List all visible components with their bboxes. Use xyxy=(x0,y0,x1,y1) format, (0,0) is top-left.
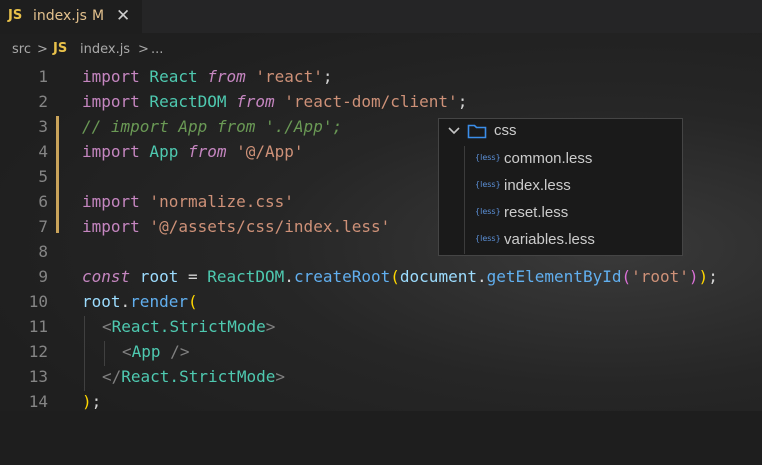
code-line: 2 import ReactDOM from 'react-dom/client… xyxy=(0,89,762,114)
line-number: 4 xyxy=(38,142,48,161)
line-number: 14 xyxy=(28,392,48,411)
less-file-icon: {less} xyxy=(475,180,501,189)
chevron-down-icon xyxy=(447,122,461,143)
folder-icon xyxy=(467,122,487,144)
line-number: 12 xyxy=(28,342,48,361)
code-line: 11 <React.StrictMode> xyxy=(0,314,762,339)
tab-bar: JS index.js M ✕ xyxy=(0,0,762,34)
modified-indicator: M xyxy=(92,8,105,24)
less-file-icon: {less} xyxy=(475,153,501,162)
js-file-icon: JS xyxy=(8,8,23,23)
code-line: 9 const root = ReactDOM.createRoot(docum… xyxy=(0,264,762,289)
code-line: 1 import React from 'react'; xyxy=(0,64,762,89)
chevron-right-icon: > xyxy=(138,42,149,57)
line-number: 2 xyxy=(38,92,48,111)
code-line: 13 </React.StrictMode> xyxy=(0,364,762,389)
line-number: 13 xyxy=(28,367,48,386)
breadcrumb-file[interactable]: index.js xyxy=(80,42,130,57)
file-row[interactable]: {less} index.less xyxy=(439,173,682,200)
chevron-right-icon: > xyxy=(37,42,48,57)
line-number: 9 xyxy=(38,267,48,286)
file-row[interactable]: {less} common.less xyxy=(439,146,682,173)
tab-index-js[interactable]: JS index.js M ✕ xyxy=(0,0,142,34)
line-number: 7 xyxy=(38,217,48,236)
line-number: 5 xyxy=(38,167,48,186)
line-number: 10 xyxy=(28,292,48,311)
less-file-icon: {less} xyxy=(475,207,501,216)
tab-title: index.js xyxy=(33,8,87,24)
folder-name: css xyxy=(494,122,517,139)
folder-row-css[interactable]: css xyxy=(439,119,682,146)
file-name: index.less xyxy=(504,177,571,194)
code-line: 12 <App /> xyxy=(0,339,762,364)
breadcrumb-picker-popup: css {less} common.less {less} index.less… xyxy=(438,118,683,256)
file-name: reset.less xyxy=(504,204,569,221)
line-number: 11 xyxy=(28,317,48,336)
line-number: 6 xyxy=(38,192,48,211)
line-number: 3 xyxy=(38,117,48,136)
code-line: 10 root.render( xyxy=(0,289,762,314)
file-row[interactable]: {less} variables.less xyxy=(439,227,682,254)
breadcrumb-folder[interactable]: src xyxy=(12,42,31,57)
file-name: variables.less xyxy=(504,231,595,248)
close-icon[interactable]: ✕ xyxy=(116,6,130,26)
line-number: 1 xyxy=(38,67,48,86)
breadcrumb-symbol[interactable]: ... xyxy=(151,42,163,57)
breadcrumb: src > JS index.js > ... xyxy=(0,38,762,63)
js-file-icon: JS xyxy=(53,41,68,56)
file-row[interactable]: {less} reset.less xyxy=(439,200,682,227)
file-name: common.less xyxy=(504,150,593,167)
line-number: 8 xyxy=(38,242,48,261)
less-file-icon: {less} xyxy=(475,234,501,243)
code-line: 14 ); xyxy=(0,389,762,414)
